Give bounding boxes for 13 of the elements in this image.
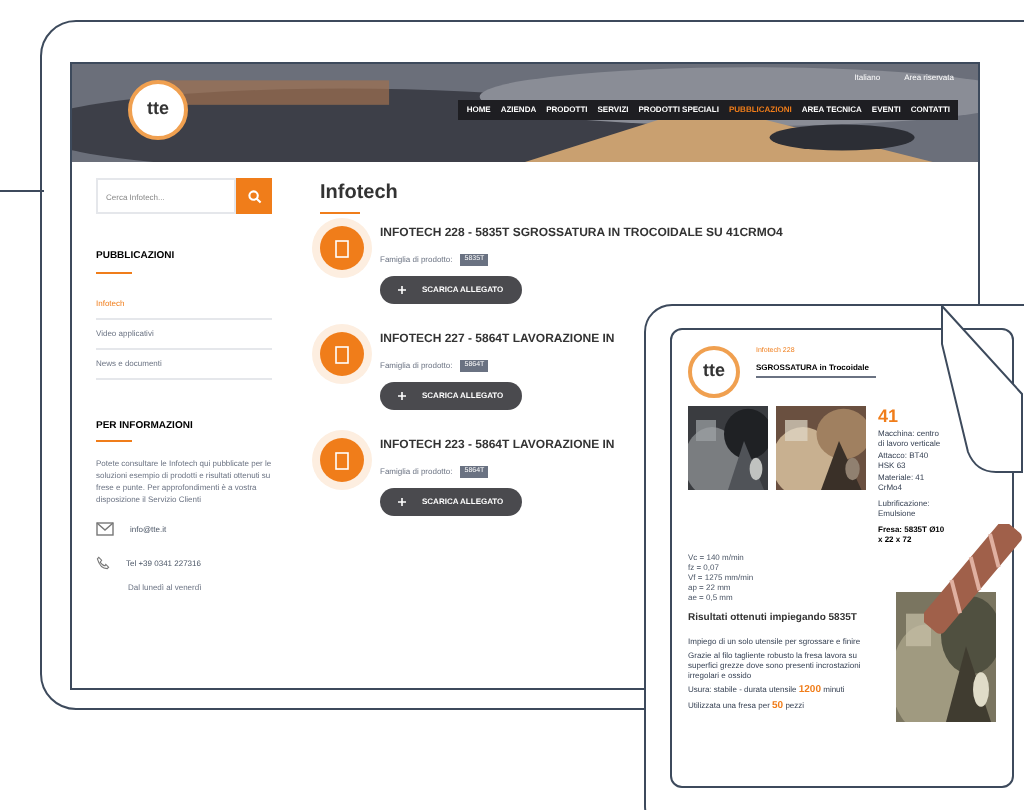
document-icon (320, 226, 364, 270)
plus-icon (398, 498, 406, 506)
doc-number: 41 (878, 406, 901, 426)
document-icon (320, 438, 364, 482)
plus-icon (398, 392, 406, 400)
document-icon (320, 332, 364, 376)
logo: tte (688, 346, 740, 398)
envelope-icon (96, 522, 114, 536)
phone-icon (96, 556, 110, 570)
plus-icon (398, 286, 406, 294)
search-button[interactable] (236, 178, 272, 214)
page-title: Infotech (320, 180, 400, 208)
search-icon (247, 189, 261, 203)
